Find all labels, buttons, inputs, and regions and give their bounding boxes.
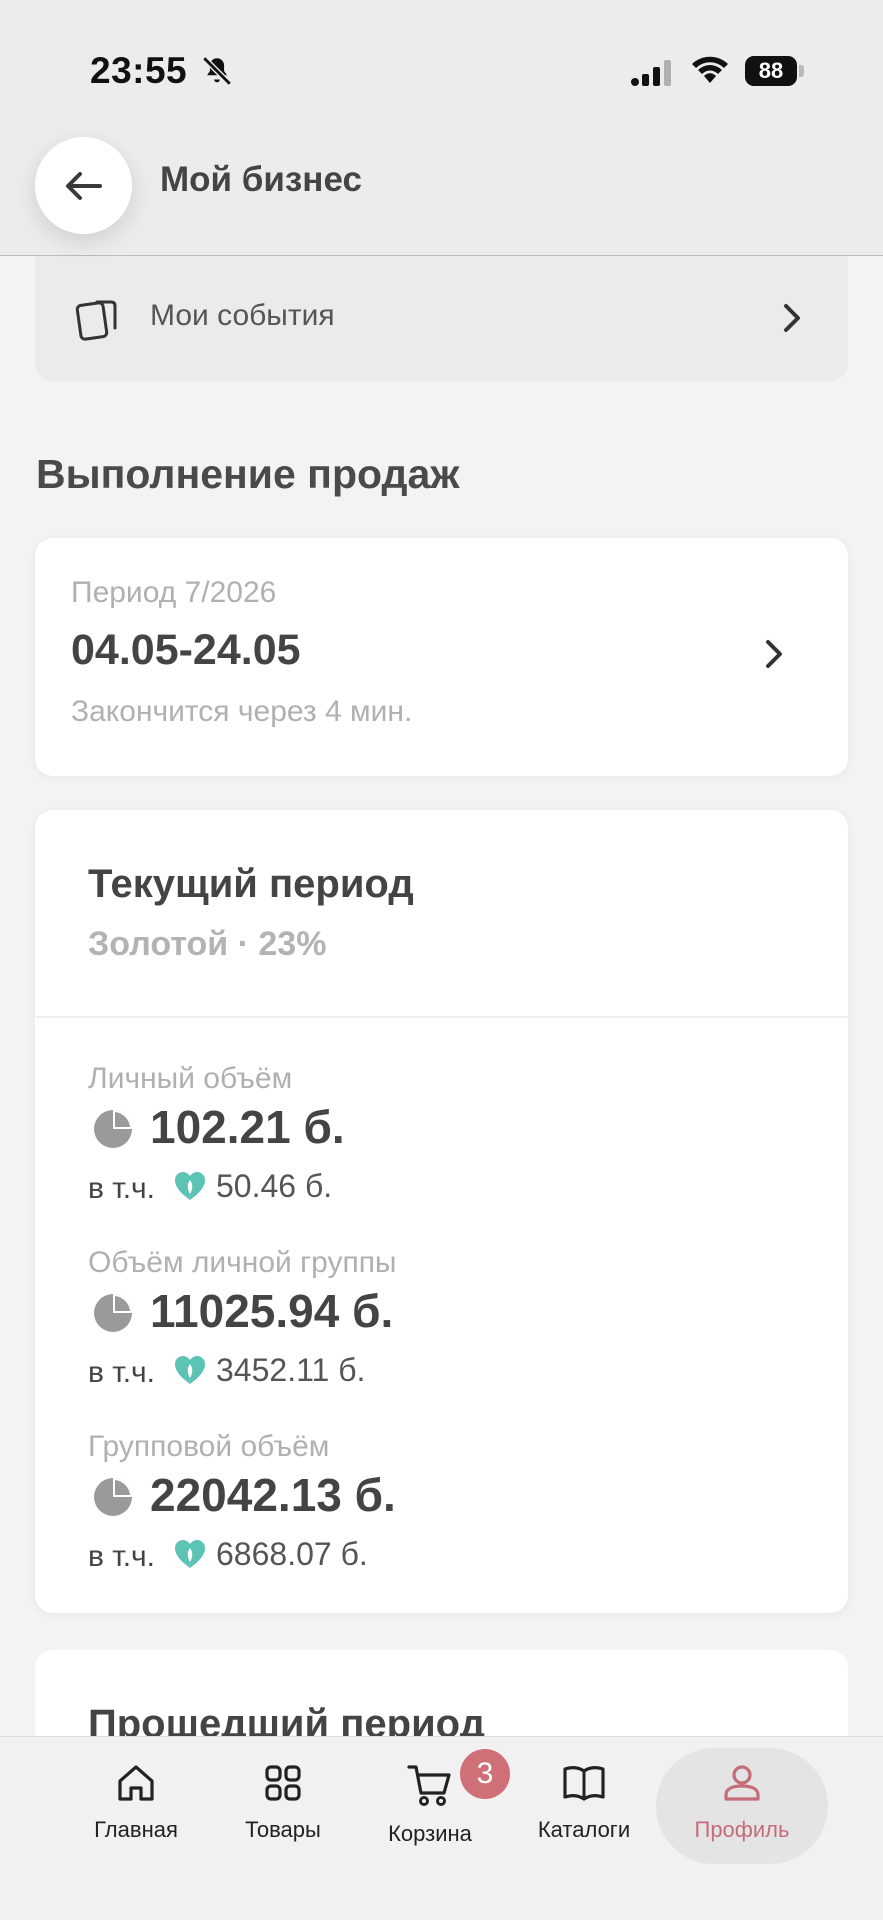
nav-label: Профиль bbox=[694, 1817, 790, 1842]
period-remaining: Закончится через 4 мин. bbox=[71, 695, 413, 728]
nav-home[interactable]: Главная bbox=[71, 1761, 201, 1861]
grid-icon bbox=[265, 1765, 301, 1801]
back-button[interactable] bbox=[35, 137, 132, 234]
heart-leaf-icon bbox=[175, 1356, 205, 1384]
profile-icon bbox=[724, 1765, 760, 1801]
status-time: 23:55 bbox=[90, 50, 188, 91]
metric-label: Личный объём bbox=[88, 1062, 293, 1095]
pie-chart-icon bbox=[94, 1478, 132, 1516]
metric-value: 22042.13 б. bbox=[150, 1469, 396, 1521]
metric-value: 11025.94 б. bbox=[150, 1285, 394, 1337]
divider bbox=[35, 1016, 848, 1018]
chevron-right-icon bbox=[766, 640, 782, 668]
metric-group-volume: Групповой объём 22042.13 б. в т.ч. 6868.… bbox=[88, 1430, 788, 1600]
battery-cap bbox=[799, 65, 804, 77]
metric-incl-prefix: в т.ч. bbox=[88, 1540, 155, 1573]
battery-icon: 88 bbox=[745, 56, 797, 86]
current-period-card: Текущий период Золотой · 23% Личный объё… bbox=[35, 810, 848, 1613]
metric-personal-volume: Личный объём 102.21 б. в т.ч. 50.46 б. bbox=[88, 1062, 788, 1232]
metric-incl-value: 3452.11 б. bbox=[216, 1352, 366, 1388]
metric-incl-prefix: в т.ч. bbox=[88, 1356, 155, 1389]
nav-label: Каталоги bbox=[537, 1817, 631, 1842]
metric-incl-prefix: в т.ч. bbox=[88, 1172, 155, 1205]
heart-leaf-icon bbox=[175, 1540, 205, 1568]
period-dates: 04.05-24.05 bbox=[71, 626, 301, 674]
cart-icon bbox=[407, 1765, 451, 1806]
nav-products[interactable]: Товары bbox=[218, 1761, 348, 1861]
current-period-rank: Золотой · 23% bbox=[88, 925, 327, 963]
wifi-icon bbox=[692, 56, 728, 83]
chevron-right-icon bbox=[784, 304, 800, 332]
bottom-nav: Главная Товары Корзина 3 Каталоги Профил… bbox=[0, 1736, 883, 1920]
book-icon bbox=[563, 1766, 605, 1801]
pie-chart-icon bbox=[94, 1294, 132, 1332]
my-business-screen: 23:55 88 Мой бизнес Мои события Выполнен… bbox=[0, 0, 883, 1920]
nav-label: Товары bbox=[245, 1817, 321, 1842]
my-events-label: Мои события bbox=[150, 299, 335, 332]
pie-chart-icon bbox=[94, 1110, 132, 1148]
arrow-left-icon bbox=[65, 171, 102, 200]
metric-incl-value: 50.46 б. bbox=[216, 1168, 333, 1204]
bell-slash-icon bbox=[202, 56, 232, 86]
signal-icon bbox=[631, 60, 671, 86]
page-title: Мой бизнес bbox=[160, 160, 362, 199]
sales-section-title: Выполнение продаж bbox=[36, 451, 460, 497]
metric-value: 102.21 б. bbox=[150, 1101, 345, 1153]
period-label: Период 7/2026 bbox=[71, 576, 277, 609]
nav-label: Корзина bbox=[388, 1821, 472, 1846]
nav-label: Главная bbox=[94, 1817, 178, 1842]
current-period-title: Текущий период bbox=[88, 862, 414, 906]
metric-incl-value: 6868.07 б. bbox=[216, 1536, 368, 1572]
nav-catalogs[interactable]: Каталоги bbox=[519, 1761, 649, 1861]
metric-personal-group-volume: Объём личной группы 11025.94 б. в т.ч. 3… bbox=[88, 1246, 788, 1416]
metric-label: Объём личной группы bbox=[88, 1246, 397, 1279]
nav-profile[interactable]: Профиль bbox=[677, 1761, 807, 1861]
my-events-row[interactable]: Мои события bbox=[35, 256, 848, 381]
cart-count-badge: 3 bbox=[460, 1749, 510, 1799]
metric-label: Групповой объём bbox=[88, 1430, 330, 1463]
heart-leaf-icon bbox=[175, 1172, 205, 1200]
period-card[interactable]: Период 7/2026 04.05-24.05 Закончится чер… bbox=[35, 538, 848, 776]
cards-icon bbox=[75, 300, 117, 341]
top-bar: 23:55 88 Мой бизнес bbox=[0, 0, 883, 256]
home-icon bbox=[118, 1765, 154, 1801]
